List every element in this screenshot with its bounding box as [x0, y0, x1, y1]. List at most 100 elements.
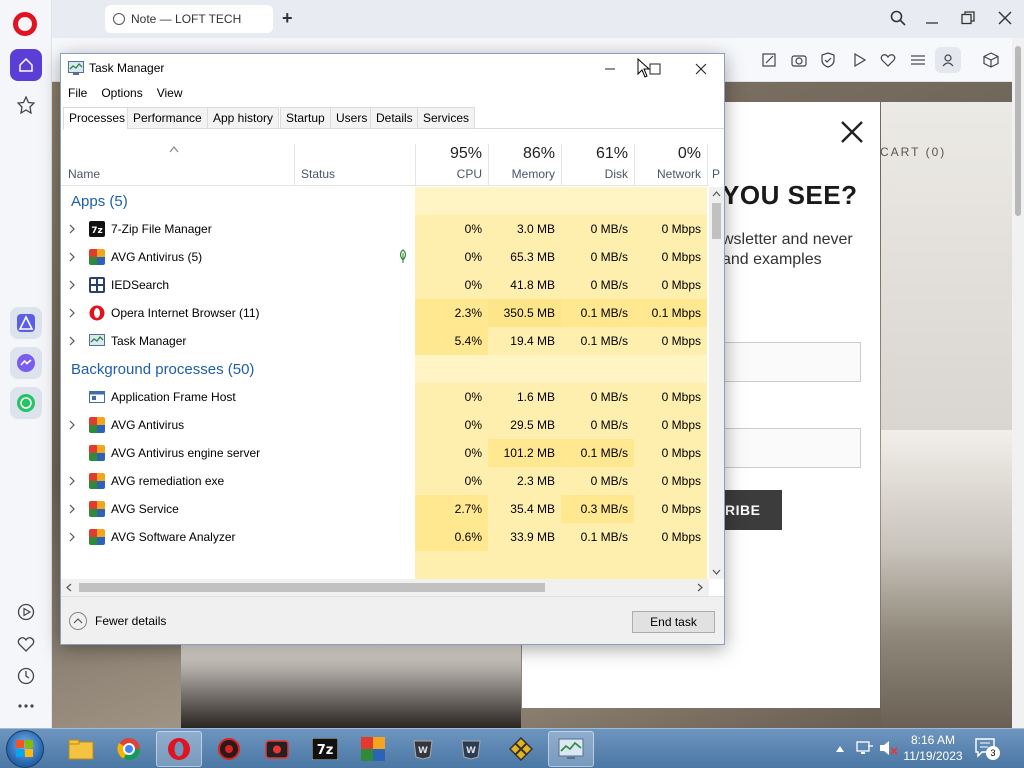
table-row[interactable]: Task Manager 5.4% 19.4 MB 0.1 MB/s 0 Mbp…: [61, 327, 709, 355]
game-icon[interactable]: [206, 731, 252, 767]
scrollbar-thumb[interactable]: [79, 583, 545, 592]
tray-expand-icon[interactable]: [835, 745, 845, 753]
menu-options[interactable]: Options: [94, 84, 149, 104]
name-field[interactable]: [722, 342, 861, 382]
world-of-warships-icon[interactable]: W: [448, 731, 494, 767]
scroll-left-icon[interactable]: [66, 583, 72, 592]
subscribe-button[interactable]: RIBE: [722, 490, 782, 530]
process-list-hscrollbar[interactable]: [61, 579, 709, 596]
opera-taskbar-icon[interactable]: [156, 731, 202, 767]
tab-services[interactable]: Services: [417, 107, 476, 129]
avg-taskbar-icon[interactable]: [350, 731, 396, 767]
whatsapp-icon[interactable]: [10, 387, 42, 419]
table-row[interactable]: 7z 7-Zip File Manager 0% 3.0 MB 0 MB/s 0…: [61, 215, 709, 243]
clock[interactable]: 8:16 AM 11/19/2023: [903, 732, 963, 764]
header-memory[interactable]: 86% Memory: [488, 144, 561, 186]
volume-muted-icon[interactable]: [878, 740, 898, 756]
play-icon[interactable]: [850, 51, 868, 69]
minimize-button[interactable]: [599, 58, 621, 80]
aria-icon[interactable]: [10, 307, 42, 339]
group-header-background[interactable]: Background processes (50): [61, 355, 709, 383]
history-icon[interactable]: [10, 660, 42, 692]
more-icon[interactable]: [10, 690, 42, 722]
profile-icon[interactable]: [935, 47, 961, 73]
menu-view[interactable]: View: [150, 84, 190, 104]
table-row[interactable]: Application Frame Host 0% 1.6 MB 0 MB/s …: [61, 383, 709, 411]
cart-link[interactable]: CART (0): [880, 145, 946, 159]
chevron-right-icon[interactable]: [68, 504, 76, 514]
shield-icon[interactable]: [819, 51, 837, 69]
table-row[interactable]: Opera Internet Browser (11) 2.3% 350.5 M…: [61, 299, 709, 327]
end-task-button[interactable]: End task: [632, 611, 715, 633]
header-cpu[interactable]: 95% CPU: [415, 144, 488, 186]
chevron-right-icon[interactable]: [68, 476, 76, 486]
player-icon[interactable]: [10, 596, 42, 628]
header-network[interactable]: 0% Network: [634, 144, 707, 186]
wargaming-icon[interactable]: [498, 731, 544, 767]
chevron-right-icon[interactable]: [68, 532, 76, 542]
star-icon[interactable]: [10, 89, 42, 121]
close-button[interactable]: [690, 58, 712, 80]
table-row[interactable]: AVG Antivirus engine server 0% 101.2 MB …: [61, 439, 709, 467]
network-icon[interactable]: [856, 740, 874, 756]
page-scrollbar[interactable]: [1012, 38, 1024, 728]
task-manager-taskbar-icon[interactable]: [548, 731, 594, 767]
tab-startup[interactable]: Startup: [280, 107, 331, 129]
menu-icon[interactable]: [909, 51, 927, 69]
menu-file[interactable]: File: [61, 84, 94, 104]
file-explorer-icon[interactable]: [58, 731, 104, 767]
search-icon[interactable]: [888, 8, 908, 28]
cube-icon[interactable]: [982, 51, 1000, 69]
chevron-right-icon[interactable]: [68, 280, 76, 290]
header-name[interactable]: Name: [68, 167, 100, 181]
edit-icon[interactable]: [760, 51, 778, 69]
chevron-right-icon[interactable]: [68, 224, 76, 234]
tab-processes[interactable]: Processes: [63, 107, 132, 130]
tab-users[interactable]: Users: [330, 107, 374, 129]
restore-button[interactable]: [958, 8, 978, 28]
email-field[interactable]: [722, 428, 861, 468]
title-bar[interactable]: Task Manager: [61, 54, 724, 82]
new-tab-button[interactable]: +: [282, 9, 293, 27]
header-disk[interactable]: 61% Disk: [561, 144, 634, 186]
table-row[interactable]: AVG Antivirus 0% 29.5 MB 0 MB/s 0 Mbps: [61, 411, 709, 439]
close-icon[interactable]: [995, 8, 1015, 28]
camera-icon[interactable]: [790, 51, 808, 69]
scroll-up-icon[interactable]: [712, 191, 721, 197]
7zip-taskbar-icon[interactable]: 7z: [302, 731, 348, 767]
table-row[interactable]: AVG remediation exe 0% 2.3 MB 0 MB/s 0 M…: [61, 467, 709, 495]
chevron-right-icon[interactable]: [68, 252, 76, 262]
header-power[interactable]: P: [707, 144, 720, 186]
world-of-tanks-icon[interactable]: W: [400, 731, 446, 767]
start-button[interactable]: [6, 730, 44, 768]
fewer-details-button[interactable]: Fewer details: [69, 612, 166, 630]
close-icon[interactable]: [840, 120, 864, 144]
scrollbar-thumb[interactable]: [1015, 46, 1021, 216]
screen-recorder-icon[interactable]: [254, 731, 300, 767]
heart-icon[interactable]: [879, 51, 897, 69]
tab-details[interactable]: Details: [370, 107, 419, 129]
table-row[interactable]: [61, 551, 709, 579]
chevron-right-icon[interactable]: [68, 308, 76, 318]
table-row[interactable]: IEDSearch 0% 41.8 MB 0 MB/s 0 Mbps: [61, 271, 709, 299]
table-row[interactable]: AVG Service 2.7% 35.4 MB 0.3 MB/s 0 Mbps: [61, 495, 709, 523]
scrollbar-thumb[interactable]: [712, 203, 721, 239]
scroll-down-icon[interactable]: [712, 569, 721, 575]
process-list-vscrollbar[interactable]: [709, 187, 724, 579]
chevron-right-icon[interactable]: [68, 420, 76, 430]
table-row[interactable]: AVG Software Analyzer 0.6% 33.9 MB 0.1 M…: [61, 523, 709, 551]
tab-app-history[interactable]: App history: [207, 107, 280, 129]
tab-performance[interactable]: Performance: [127, 107, 208, 129]
home-icon[interactable]: [10, 49, 42, 81]
messenger-icon[interactable]: [10, 347, 42, 379]
table-row[interactable]: AVG Antivirus (5) 0% 65.3 MB 0 MB/s 0 Mb…: [61, 243, 709, 271]
process-name: IEDSearch: [111, 278, 170, 292]
scroll-right-icon[interactable]: [697, 583, 703, 592]
opera-logo-icon[interactable]: [13, 12, 37, 36]
chrome-icon[interactable]: [106, 731, 152, 767]
group-header-apps[interactable]: Apps (5): [61, 187, 709, 215]
minimize-button[interactable]: [922, 8, 942, 28]
heart-icon[interactable]: [10, 628, 42, 660]
browser-tab[interactable]: Note — LOFT TECH: [105, 5, 273, 33]
chevron-right-icon[interactable]: [68, 336, 76, 346]
